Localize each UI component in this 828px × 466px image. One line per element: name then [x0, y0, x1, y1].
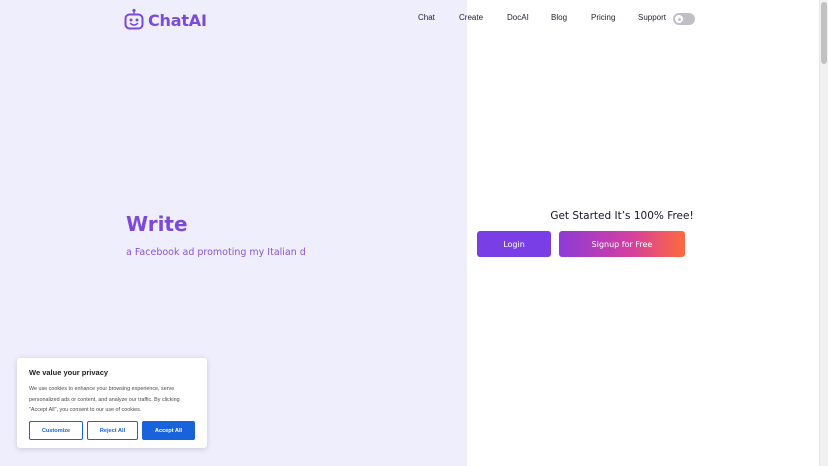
cta-title: Get Started It’s 100% Free!	[550, 210, 694, 222]
accept-all-button[interactable]: Accept All	[142, 421, 195, 440]
nav-docai[interactable]: DocAI	[507, 13, 529, 22]
reject-all-button[interactable]: Reject All	[87, 421, 138, 440]
nav-support[interactable]: Support	[638, 13, 666, 22]
nav-create[interactable]: Create	[459, 13, 483, 22]
hero-title: Write	[126, 212, 188, 236]
cookie-title: We value your privacy	[29, 368, 109, 377]
nav-chat[interactable]: Chat	[418, 13, 435, 22]
cookie-description: We use cookies to enhance your browsing …	[29, 386, 180, 413]
sun-icon	[678, 18, 681, 21]
cookie-consent-banner: We value your privacy We use cookies to …	[17, 358, 207, 448]
nav-pricing[interactable]: Pricing	[591, 13, 615, 22]
scrollbar-thumb[interactable]	[821, 2, 827, 64]
hero-typing-text: a Facebook ad promoting my Italian d	[126, 247, 306, 258]
nav-blog[interactable]: Blog	[551, 13, 567, 22]
signup-button[interactable]: Signup for Free	[559, 231, 685, 257]
theme-toggle[interactable]	[673, 13, 695, 25]
main-nav: Chat Create DocAI Blog Pricing Support	[0, 13, 828, 27]
page-scrollbar[interactable]	[819, 0, 828, 466]
login-button[interactable]: Login	[477, 231, 551, 257]
customize-button[interactable]: Customize	[29, 421, 83, 440]
